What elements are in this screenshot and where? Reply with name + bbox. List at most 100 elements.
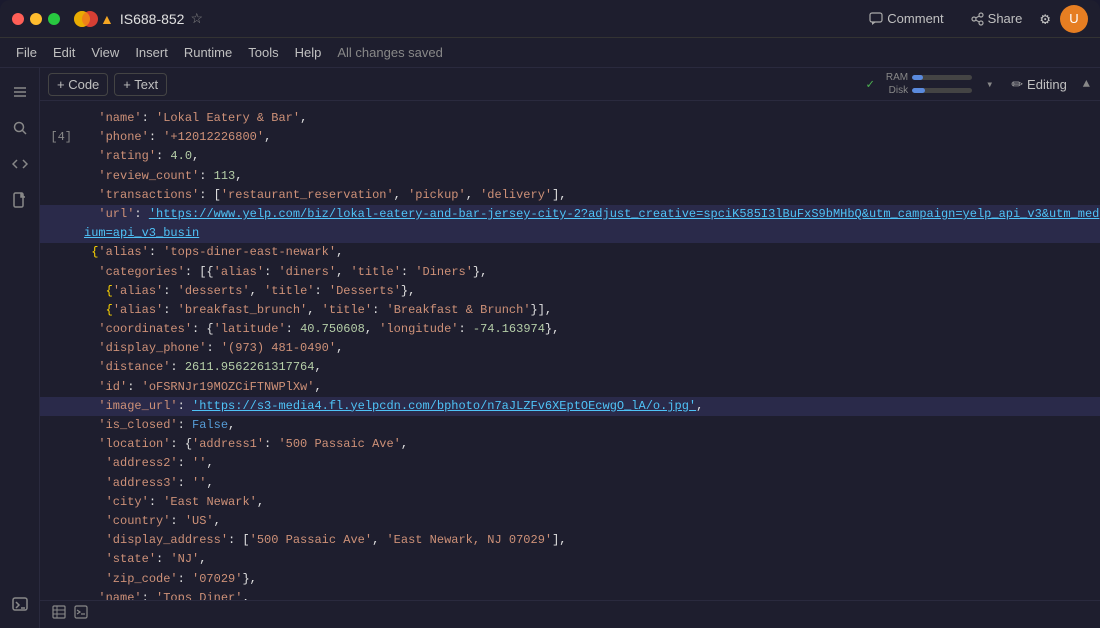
ram-row: RAM [880, 72, 972, 83]
sidebar [0, 68, 40, 628]
notebook-title: ▲ IS688-852 ☆ [100, 10, 203, 27]
code-area[interactable]: 'name': 'Lokal Eatery & Bar', [4] 'phone… [40, 101, 1100, 600]
code-line-1: 'name': 'Lokal Eatery & Bar', [40, 109, 1100, 128]
sidebar-terminal-icon[interactable] [4, 588, 36, 620]
ram-disk-dropdown-icon[interactable]: ▾ [982, 75, 997, 94]
code-line-10: {'alias': 'breakfast_brunch', 'title': '… [40, 301, 1100, 320]
code-line-24: 'zip_code': '07029'}, [40, 570, 1100, 589]
traffic-lights [12, 13, 60, 25]
line-number [48, 263, 84, 282]
notebook-name-label: IS688-852 [120, 11, 185, 27]
code-line-25: 'name': 'Tops Diner', [40, 589, 1100, 600]
line-number [48, 474, 84, 493]
title-actions: Comment Share ⚙ U [861, 5, 1088, 33]
line-number [48, 416, 84, 435]
line-number [48, 282, 84, 301]
line-number [48, 147, 84, 166]
notebook-area: + Code + Text ✓ RAM Disk [40, 68, 1100, 628]
menu-bar: File Edit View Insert Runtime Tools Help… [0, 38, 1100, 68]
main-layout: + Code + Text ✓ RAM Disk [0, 68, 1100, 628]
maximize-button[interactable] [48, 13, 60, 25]
code-line-18: 'address2': '', [40, 454, 1100, 473]
bottom-terminal-icon[interactable] [70, 603, 92, 626]
line-number [48, 186, 84, 205]
code-line-23: 'state': 'NJ', [40, 550, 1100, 569]
code-line-16: 'is_closed': False, [40, 416, 1100, 435]
menu-runtime[interactable]: Runtime [176, 42, 240, 63]
minimize-button[interactable] [30, 13, 42, 25]
disk-bar [912, 88, 972, 93]
ram-bar-fill [912, 75, 923, 80]
code-line-19: 'address3': '', [40, 474, 1100, 493]
line-number [48, 512, 84, 531]
sidebar-files-icon[interactable] [4, 184, 36, 216]
ram-disk-indicator: RAM Disk [880, 72, 972, 96]
sidebar-search-icon[interactable] [4, 112, 36, 144]
code-line-2: [4] 'phone': '+12012226800', [40, 128, 1100, 147]
line-number [48, 243, 84, 262]
bottom-toolbar [40, 600, 1100, 628]
line-number [48, 435, 84, 454]
add-code-button[interactable]: + Code [48, 73, 108, 96]
colab-logo-icon [72, 9, 100, 29]
comment-button[interactable]: Comment [861, 7, 951, 30]
code-line-21: 'country': 'US', [40, 512, 1100, 531]
code-line-3: 'rating': 4.0, [40, 147, 1100, 166]
line-number [48, 454, 84, 473]
code-line-15-url: 'image_url': 'https://s3-media4.fl.yelpc… [40, 397, 1100, 416]
settings-icon[interactable]: ⚙ [1040, 9, 1050, 29]
menu-help[interactable]: Help [287, 42, 330, 63]
menu-tools[interactable]: Tools [240, 42, 286, 63]
collapse-icon[interactable]: ▲ [1081, 75, 1092, 93]
menu-view[interactable]: View [83, 42, 127, 63]
disk-label: Disk [880, 85, 908, 96]
code-line-4: 'review_count': 113, [40, 167, 1100, 186]
ram-bar [912, 75, 972, 80]
line-number [48, 205, 84, 243]
line-number [48, 493, 84, 512]
share-icon [970, 12, 984, 26]
close-button[interactable] [12, 13, 24, 25]
line-number [48, 358, 84, 377]
cell-toolbar: + Code + Text ✓ RAM Disk [40, 68, 1100, 101]
code-line-7: {'alias': 'tops-diner-east-newark', [40, 243, 1100, 262]
code-line-9: {'alias': 'desserts', 'title': 'Desserts… [40, 282, 1100, 301]
sidebar-code-icon[interactable] [4, 148, 36, 180]
add-text-button[interactable]: + Text [114, 73, 167, 96]
ram-label: RAM [880, 72, 908, 83]
line-number [48, 301, 84, 320]
line-number [48, 589, 84, 600]
editing-button[interactable]: ✏ Editing [1003, 73, 1074, 96]
line-number [48, 109, 84, 128]
menu-insert[interactable]: Insert [127, 42, 176, 63]
line-number [48, 320, 84, 339]
code-line-5: 'transactions': ['restaurant_reservation… [40, 186, 1100, 205]
editing-pencil-icon: ✏ [1011, 76, 1023, 93]
line-number [48, 570, 84, 589]
comment-icon [869, 12, 883, 26]
line-number [48, 378, 84, 397]
sidebar-toc-icon[interactable] [4, 76, 36, 108]
code-line-14: 'id': 'oFSRNJr19MOZCiFTNWPlXw', [40, 378, 1100, 397]
star-icon[interactable]: ☆ [190, 10, 203, 27]
line-number [48, 531, 84, 550]
menu-file[interactable]: File [8, 42, 45, 63]
code-line-8: 'categories': [{'alias': 'diners', 'titl… [40, 263, 1100, 282]
menu-edit[interactable]: Edit [45, 42, 83, 63]
code-line-11: 'coordinates': {'latitude': 40.750608, '… [40, 320, 1100, 339]
avatar[interactable]: U [1060, 5, 1088, 33]
code-line-22: 'display_address': ['500 Passaic Ave', '… [40, 531, 1100, 550]
line-number [48, 339, 84, 358]
code-line-20: 'city': 'East Newark', [40, 493, 1100, 512]
ram-check-icon: ✓ [866, 77, 874, 92]
code-line-13: 'distance': 2611.9562261317764, [40, 358, 1100, 377]
title-bar: ▲ IS688-852 ☆ Comment Share ⚙ U [0, 0, 1100, 38]
code-line-6-url: 'url': 'https://www.yelp.com/biz/lokal-e… [40, 205, 1100, 243]
drive-icon: ▲ [100, 11, 114, 27]
line-number-special: [4] [48, 128, 84, 147]
code-line-17: 'location': {'address1': '500 Passaic Av… [40, 435, 1100, 454]
bottom-table-icon[interactable] [48, 603, 70, 626]
all-changes-saved-label: All changes saved [337, 45, 443, 60]
share-button[interactable]: Share [962, 7, 1031, 30]
line-number [48, 550, 84, 569]
